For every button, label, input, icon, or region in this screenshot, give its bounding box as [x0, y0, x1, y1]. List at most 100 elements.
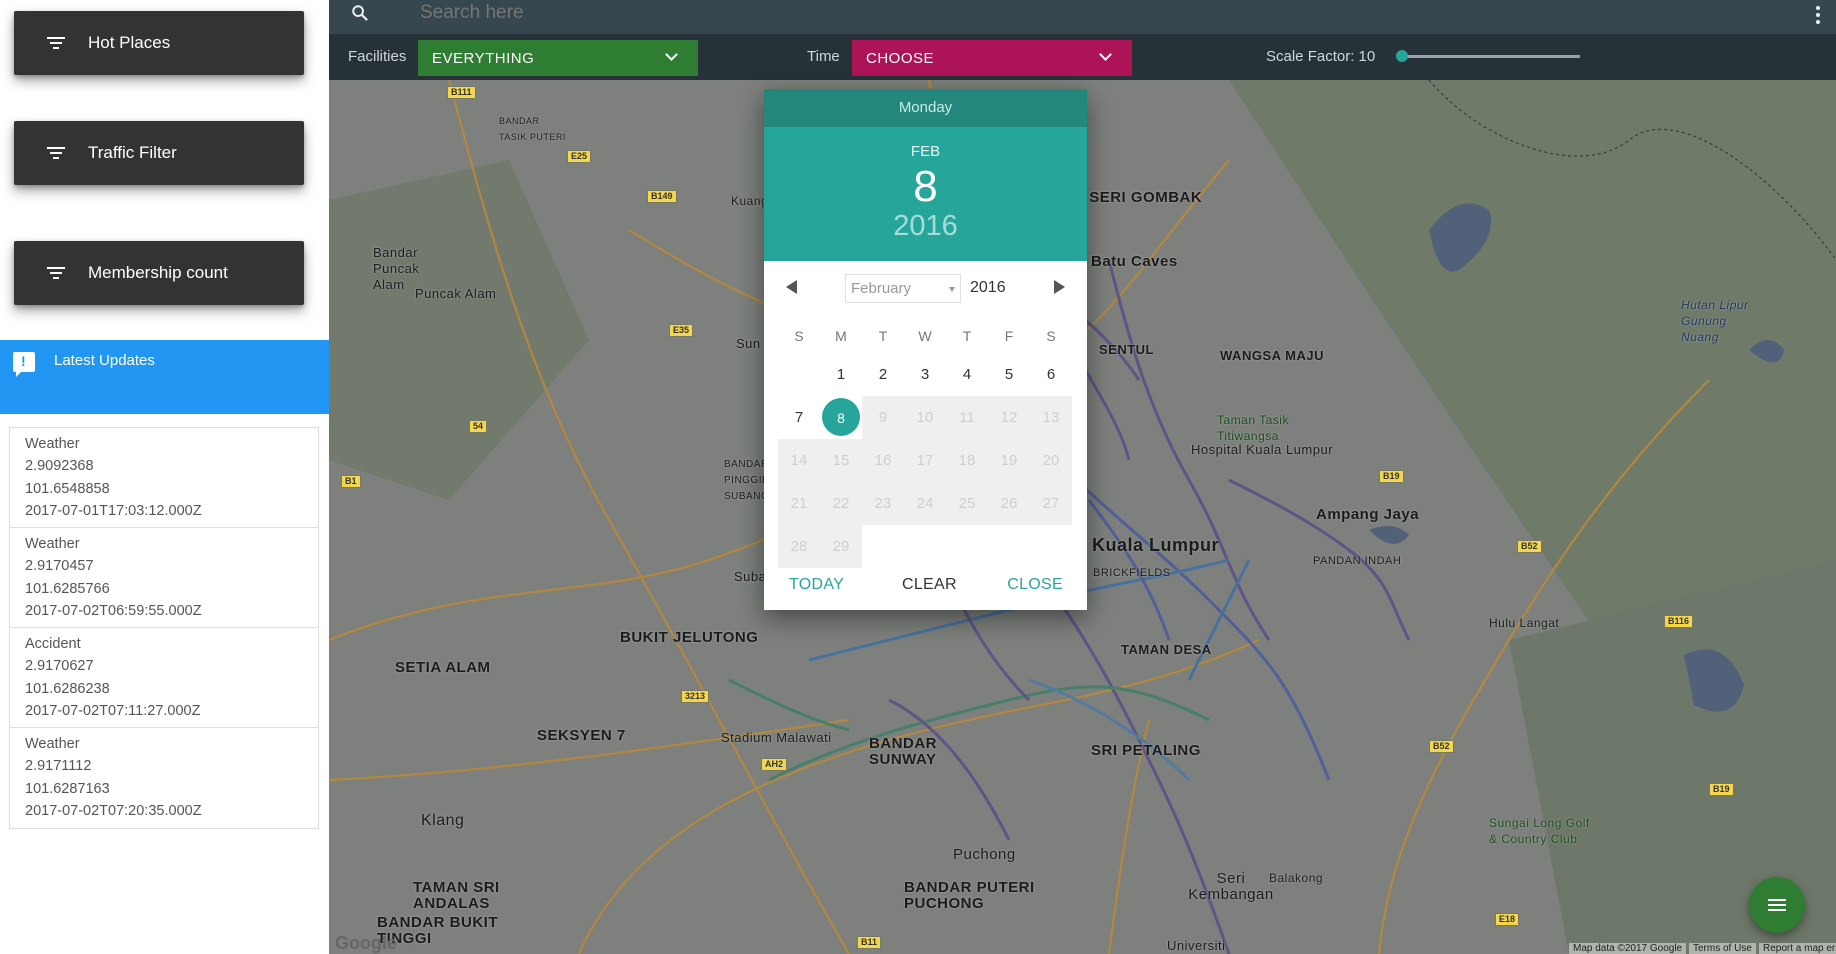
map-label: WANGSA MAJU: [1220, 348, 1324, 363]
update-type: Weather: [25, 536, 80, 552]
update-item[interactable]: Weather 2.9092368 101.6548858 2017-07-01…: [10, 428, 318, 528]
filter-icon: [45, 267, 67, 279]
time-dropdown[interactable]: CHOOSE: [852, 40, 1132, 76]
update-item[interactable]: Weather 2.9171112 101.6287163 2017-07-02…: [10, 728, 318, 828]
map-label: Balakong: [1269, 871, 1324, 885]
menu-icon: [1768, 899, 1786, 901]
road-badge: B11: [857, 936, 882, 949]
weekday-label: T: [878, 328, 888, 344]
google-logo[interactable]: Google: [335, 933, 397, 954]
calendar-day[interactable]: 3: [904, 353, 946, 396]
calendar-day: 19: [988, 439, 1030, 482]
hot-places-label: Hot Places: [88, 33, 171, 52]
traffic-filter-button[interactable]: Traffic Filter: [14, 121, 304, 185]
calendar-week-row: 14 15 16 17 18 19 20: [778, 439, 1072, 482]
picker-month: FEB: [910, 143, 941, 160]
picker-weekday: Monday: [764, 89, 1087, 127]
calendar-grid: S M T W T F S 1 2 3 4 5 6 7 8 9 10 11 12 13 14 15 16 17 1…: [778, 319, 1072, 568]
calendar-day[interactable]: 4: [946, 353, 988, 396]
menu-icon-line: [1768, 904, 1786, 906]
menu-fab-button[interactable]: [1749, 877, 1805, 933]
search-bar: [329, 0, 1836, 34]
calendar-day: 11: [946, 396, 988, 439]
calendar-day: 14: [778, 439, 820, 482]
calendar-day[interactable]: 5: [988, 353, 1030, 396]
picker-date-display: FEB 8 2016: [764, 127, 1087, 261]
map-label: SEKSYEN 7: [537, 727, 626, 744]
day-number: 21: [790, 495, 808, 512]
map-label: Hutan Lipur Gunung Nuang: [1681, 298, 1749, 344]
update-item[interactable]: Accident 2.9170627 101.6286238 2017-07-0…: [10, 628, 318, 728]
day-number: 18: [958, 452, 976, 469]
calendar-empty-cell: [778, 353, 820, 396]
scale-factor-slider[interactable]: [1396, 50, 1580, 62]
close-button[interactable]: CLOSE: [1007, 576, 1063, 594]
clear-button[interactable]: CLEAR: [902, 576, 957, 594]
map-label: SENTUL: [1099, 342, 1154, 357]
calendar-day: 26: [988, 482, 1030, 525]
update-type: Weather: [25, 436, 80, 452]
map-label: Klang: [421, 812, 465, 829]
calendar-empty-cell: [946, 525, 988, 568]
today-button[interactable]: TODAY: [789, 576, 844, 594]
map-label: Universiti: [1167, 938, 1226, 953]
road-badge: B52: [1517, 540, 1542, 553]
report-error-link[interactable]: Report a map error: [1759, 943, 1836, 954]
calendar-day[interactable]: 2: [862, 353, 904, 396]
calendar-day[interactable]: 7: [778, 396, 820, 439]
map-label: BANDAR BUKIT TINGGI: [377, 914, 498, 947]
calendar-days: 1 2 3 4 5 6 7 8 9 10 11 12 13 14 15 16 17 18 19 20 21 22 23 24 2…: [778, 353, 1072, 568]
update-lat: 2.9170627: [25, 658, 94, 675]
map-label: TAMAN SRI ANDALAS: [413, 879, 500, 912]
year-select[interactable]: 2016: [970, 279, 1006, 297]
picker-year[interactable]: 2016: [764, 210, 1087, 243]
membership-count-button[interactable]: Membership count: [14, 241, 304, 305]
update-lng: 101.6286238: [25, 680, 110, 697]
update-lat: 2.9170457: [25, 558, 94, 575]
weekday-header: S M T W T F S: [778, 319, 1072, 353]
next-month-icon[interactable]: [1054, 280, 1065, 294]
road-badge: E18: [1495, 913, 1520, 926]
calendar-day[interactable]: 1: [820, 353, 862, 396]
map-label: Taman Tasik Titiwangsa: [1217, 413, 1289, 443]
calendar-week-row: 28 29: [778, 525, 1072, 568]
calendar-empty-cell: [904, 525, 946, 568]
update-item[interactable]: Weather 2.9170457 101.6285766 2017-07-02…: [10, 528, 318, 628]
day-number: 14: [790, 452, 808, 469]
map-label: Kuang: [731, 194, 769, 208]
search-input[interactable]: [420, 2, 1020, 24]
search-icon[interactable]: [351, 4, 369, 22]
road-badge: B52: [1429, 740, 1454, 753]
calendar-day[interactable]: 6: [1030, 353, 1072, 396]
map-label: Sun: [736, 336, 761, 351]
calendar-day: 21: [778, 482, 820, 525]
calendar-day-selected[interactable]: 8: [820, 396, 862, 439]
map-label: Kuala Lumpur: [1092, 535, 1220, 555]
calendar-day: 9: [862, 396, 904, 439]
facilities-dropdown[interactable]: EVERYTHING: [418, 40, 698, 76]
day-number: 15: [832, 452, 850, 469]
road-badge: B149: [647, 190, 677, 203]
chevron-down-icon: [665, 48, 678, 61]
road-badge: B19: [1379, 470, 1404, 483]
announcement-icon: [13, 352, 35, 377]
filter-icon: [45, 147, 67, 159]
road-badge: B1: [341, 475, 361, 488]
update-type: Accident: [25, 636, 81, 652]
hot-places-button[interactable]: Hot Places: [14, 11, 304, 75]
day-number: 5: [1004, 366, 1014, 383]
time-label: Time: [807, 48, 840, 65]
calendar-day: 18: [946, 439, 988, 482]
month-select[interactable]: February: [845, 274, 961, 303]
facilities-label: Facilities: [348, 48, 407, 65]
calendar-day: 23: [862, 482, 904, 525]
prev-month-icon[interactable]: [786, 280, 797, 294]
terms-of-use-link[interactable]: Terms of Use: [1689, 943, 1756, 954]
road-badge: B111: [447, 86, 476, 99]
map-label: Puchong: [953, 846, 1016, 863]
calendar-day: 17: [904, 439, 946, 482]
slider-handle[interactable]: [1396, 50, 1408, 62]
weekday-label: S: [794, 328, 804, 344]
update-time: 2017-07-02T06:59:55.000Z: [25, 602, 202, 619]
more-vert-icon[interactable]: [1816, 6, 1820, 24]
